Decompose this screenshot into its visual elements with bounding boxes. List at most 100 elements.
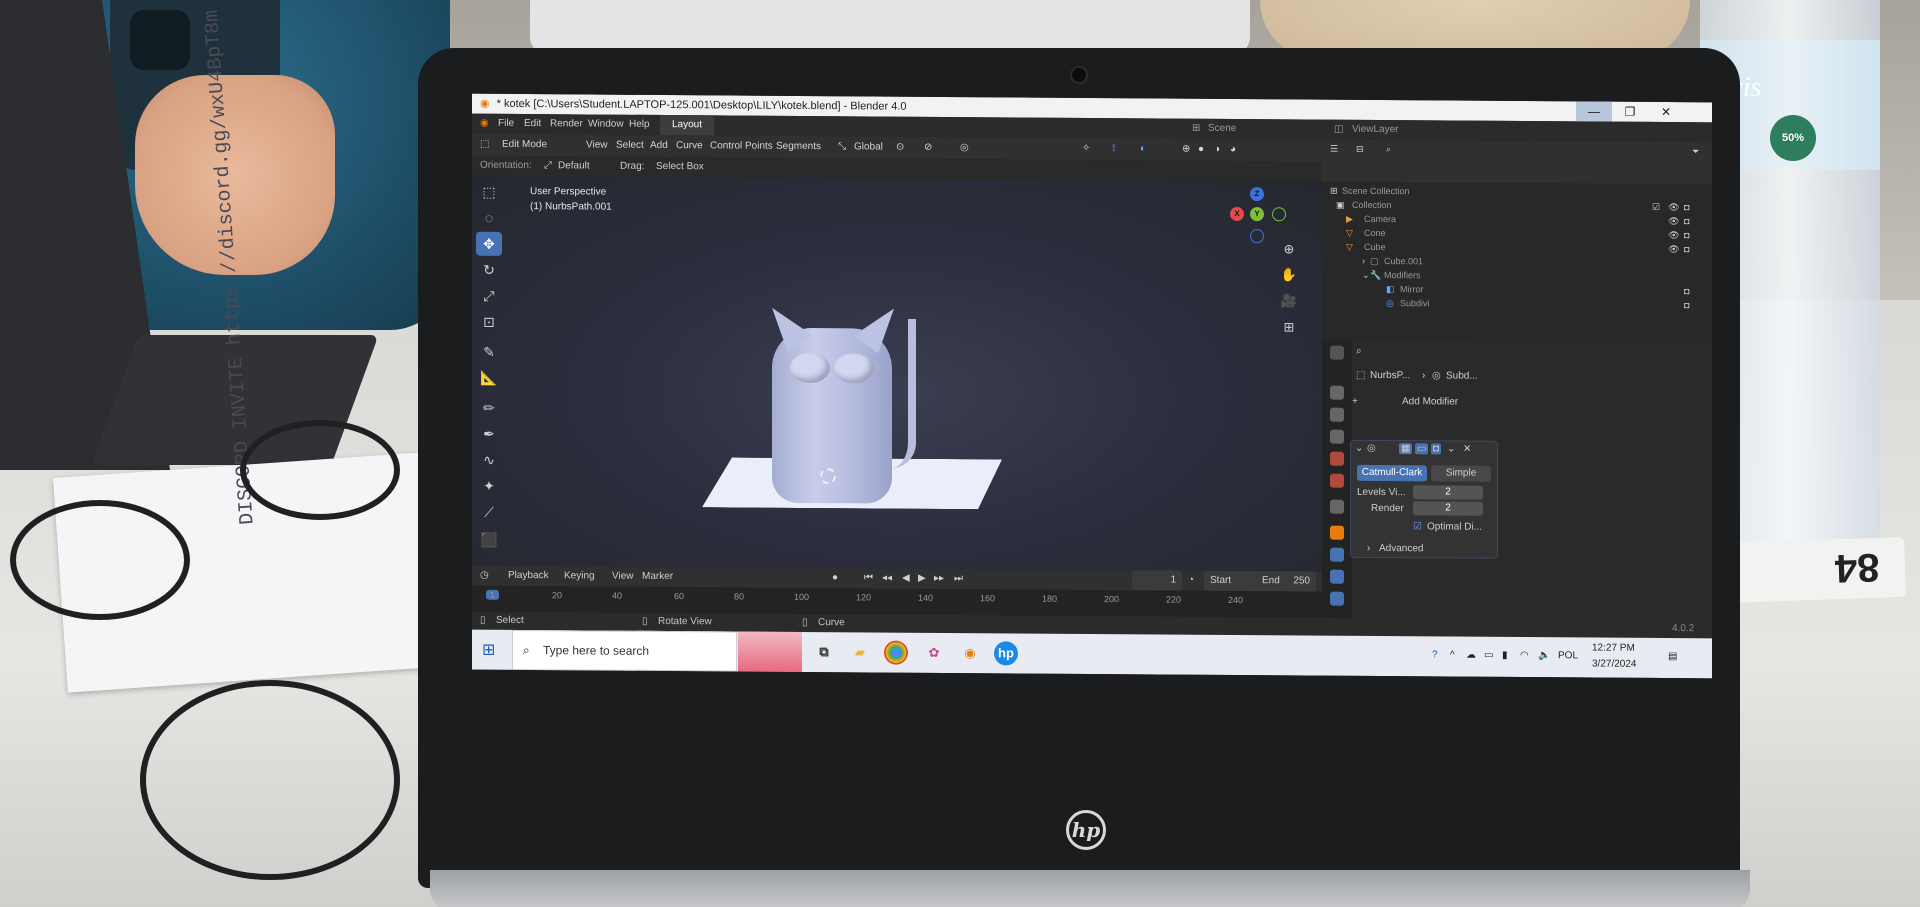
gizmo-x-axis[interactable]: X xyxy=(1230,206,1244,222)
menu-help[interactable]: Help xyxy=(629,115,650,135)
current-frame-field[interactable]: 1 xyxy=(1132,570,1182,591)
tweak-tool-icon[interactable]: ⬚ xyxy=(476,180,502,204)
transform-tool-icon[interactable]: ⊡ xyxy=(476,310,502,334)
clock-date[interactable]: 3/27/2024 xyxy=(1592,657,1637,671)
gizmo-toggle-icon[interactable]: ✧ xyxy=(1082,138,1090,160)
menu-segments[interactable]: Segments xyxy=(776,136,821,158)
mode-selector[interactable]: Edit Mode xyxy=(502,134,547,156)
collapse-arrow-icon[interactable]: ⌄ xyxy=(1355,443,1363,454)
menu-timeline-view[interactable]: View xyxy=(612,567,634,587)
catmull-clark-button[interactable]: Catmull-Clark xyxy=(1357,464,1427,482)
rotate-tool-icon[interactable]: ↻ xyxy=(476,258,502,282)
menu-render[interactable]: Render xyxy=(550,114,583,134)
menu-edit[interactable]: Edit xyxy=(524,114,541,134)
visibility-eye-icon[interactable]: 👁 xyxy=(1668,200,1679,214)
scene-tab-icon[interactable] xyxy=(1330,451,1344,466)
view-layer-tab-icon[interactable] xyxy=(1330,429,1344,444)
menu-window[interactable]: Window xyxy=(588,114,624,134)
drag-selector[interactable]: Select Box xyxy=(656,157,704,177)
outliner-row-subdivision[interactable]: ◎ Subdivi ◘ xyxy=(1322,296,1712,313)
advanced-section[interactable]: Advanced xyxy=(1379,543,1423,554)
menu-playback[interactable]: Playback xyxy=(508,566,549,586)
render-camera-icon[interactable]: ◘ xyxy=(1684,298,1689,312)
menu-file[interactable]: File xyxy=(498,114,514,134)
modifier-tab-icon[interactable] xyxy=(1330,547,1344,562)
cursor-tool-icon[interactable]: ◌ xyxy=(476,206,502,230)
shading-material-icon[interactable]: ◑ xyxy=(1214,139,1220,161)
playhead[interactable]: 1 xyxy=(486,589,500,600)
viewport-toggle-icon[interactable]: ▭ xyxy=(1415,443,1429,455)
view-layer-selector[interactable]: ViewLayer xyxy=(1352,120,1399,140)
transform-orientation-selector[interactable]: Global xyxy=(854,136,883,158)
render-camera-icon[interactable]: ◘ xyxy=(1684,228,1689,242)
gizmo-y-axis[interactable]: Y xyxy=(1250,207,1264,222)
volume-icon[interactable]: 🔈 xyxy=(1538,649,1550,663)
hp-support-icon[interactable]: hp xyxy=(994,641,1018,666)
advanced-arrow-icon[interactable]: › xyxy=(1367,543,1370,554)
end-frame-field[interactable]: End 250 xyxy=(1256,571,1316,592)
move-tool-icon[interactable]: ✥ xyxy=(476,231,502,256)
minimize-button[interactable]: — xyxy=(1576,101,1612,122)
3d-viewport[interactable]: User Perspective (1) NurbsPath.001 ⬚ ◌ ✥… xyxy=(472,175,1322,572)
onedrive-icon[interactable]: ☁ xyxy=(1466,649,1476,663)
remove-modifier-icon[interactable]: ✕ xyxy=(1463,444,1471,455)
jump-end-icon[interactable]: ⏭ xyxy=(954,569,963,589)
add-modifier-button[interactable]: Add Modifier xyxy=(1402,396,1458,407)
visibility-eye-icon[interactable]: 👁 xyxy=(1668,214,1679,228)
render-levels-field[interactable]: 2 xyxy=(1413,501,1483,516)
gizmo-neg-y-axis[interactable] xyxy=(1272,207,1286,222)
xray-icon[interactable]: ◐ xyxy=(1140,138,1146,160)
blender-taskbar-icon[interactable]: ◉ xyxy=(958,641,982,665)
shading-wireframe-icon[interactable]: ⊕ xyxy=(1182,139,1190,161)
checkbox-icon[interactable]: ☑ xyxy=(1652,200,1660,214)
collapse-arrow-icon[interactable]: ⌄ xyxy=(1362,268,1370,282)
overlay-icon[interactable]: ⟟ xyxy=(1112,138,1116,160)
output-tab-icon[interactable] xyxy=(1330,407,1344,422)
expand-arrow-icon[interactable]: › xyxy=(1362,254,1365,268)
play-reverse-icon[interactable]: ◀ xyxy=(902,569,910,589)
render-camera-icon[interactable]: ◘ xyxy=(1684,242,1689,256)
outliner-filter-icon[interactable]: ⊟ xyxy=(1356,144,1364,155)
next-keyframe-icon[interactable]: ▸▸ xyxy=(934,569,944,589)
taskbar-search-input[interactable]: ⌕ Type here to search xyxy=(512,629,737,672)
curve-tool-icon[interactable]: ∿ xyxy=(476,448,502,472)
menu-select[interactable]: Select xyxy=(616,135,644,157)
menu-add[interactable]: Add xyxy=(650,135,668,157)
task-view-icon[interactable]: ⧉ xyxy=(812,640,836,664)
outliner-funnel-icon[interactable]: ⏷ xyxy=(1692,146,1699,157)
tray-chevron-icon[interactable]: ^ xyxy=(1450,648,1455,662)
display-icon[interactable]: ▭ xyxy=(1484,649,1493,663)
battery-icon[interactable]: ▮ xyxy=(1502,649,1508,663)
gizmo-neg-z-axis[interactable] xyxy=(1250,229,1264,244)
chrome-icon[interactable] xyxy=(884,640,908,665)
pan-hand-icon[interactable]: ✋ xyxy=(1277,267,1301,289)
shading-solid-icon[interactable]: ● xyxy=(1198,139,1204,161)
snap-icon[interactable]: ⊘ xyxy=(924,137,932,159)
jump-start-icon[interactable]: ⏮ xyxy=(864,568,873,588)
menu-curve[interactable]: Curve xyxy=(676,135,703,157)
clock-time[interactable]: 12:27 PM xyxy=(1592,641,1635,655)
help-icon[interactable]: ? xyxy=(1432,648,1438,662)
render-camera-icon[interactable]: ◘ xyxy=(1684,284,1689,298)
outliner-search-icon[interactable]: ⌕ xyxy=(1386,144,1391,155)
record-icon[interactable]: ● xyxy=(832,568,838,588)
shading-rendered-icon[interactable]: ◕ xyxy=(1230,139,1236,161)
pen-tool-icon[interactable]: ✒ xyxy=(476,422,502,446)
tilt-tool-icon[interactable]: ⟋ xyxy=(476,500,502,524)
scale-tool-icon[interactable]: ⤢ xyxy=(476,284,502,308)
perspective-grid-icon[interactable]: ⊞ xyxy=(1277,319,1301,341)
levels-viewport-field[interactable]: 2 xyxy=(1413,485,1483,500)
orientation-selector[interactable]: Default xyxy=(558,156,590,176)
proportional-edit-icon[interactable]: ◎ xyxy=(960,137,969,159)
scene-selector[interactable]: Scene xyxy=(1208,119,1236,139)
simple-button[interactable]: Simple xyxy=(1431,465,1491,482)
render-camera-icon[interactable]: ◘ xyxy=(1684,200,1689,214)
blender-menu-icon[interactable]: ◉ xyxy=(480,114,489,134)
tab-layout[interactable]: Layout xyxy=(660,114,715,136)
physics-tab-icon[interactable] xyxy=(1330,569,1344,584)
collection-tab-icon[interactable] xyxy=(1330,499,1344,514)
draw-tool-icon[interactable]: ✏ xyxy=(476,396,502,420)
properties-search-icon[interactable]: ⌕ xyxy=(1356,346,1362,357)
language-indicator[interactable]: POL xyxy=(1558,649,1578,663)
radius-tool-icon[interactable]: ✦ xyxy=(476,474,502,498)
